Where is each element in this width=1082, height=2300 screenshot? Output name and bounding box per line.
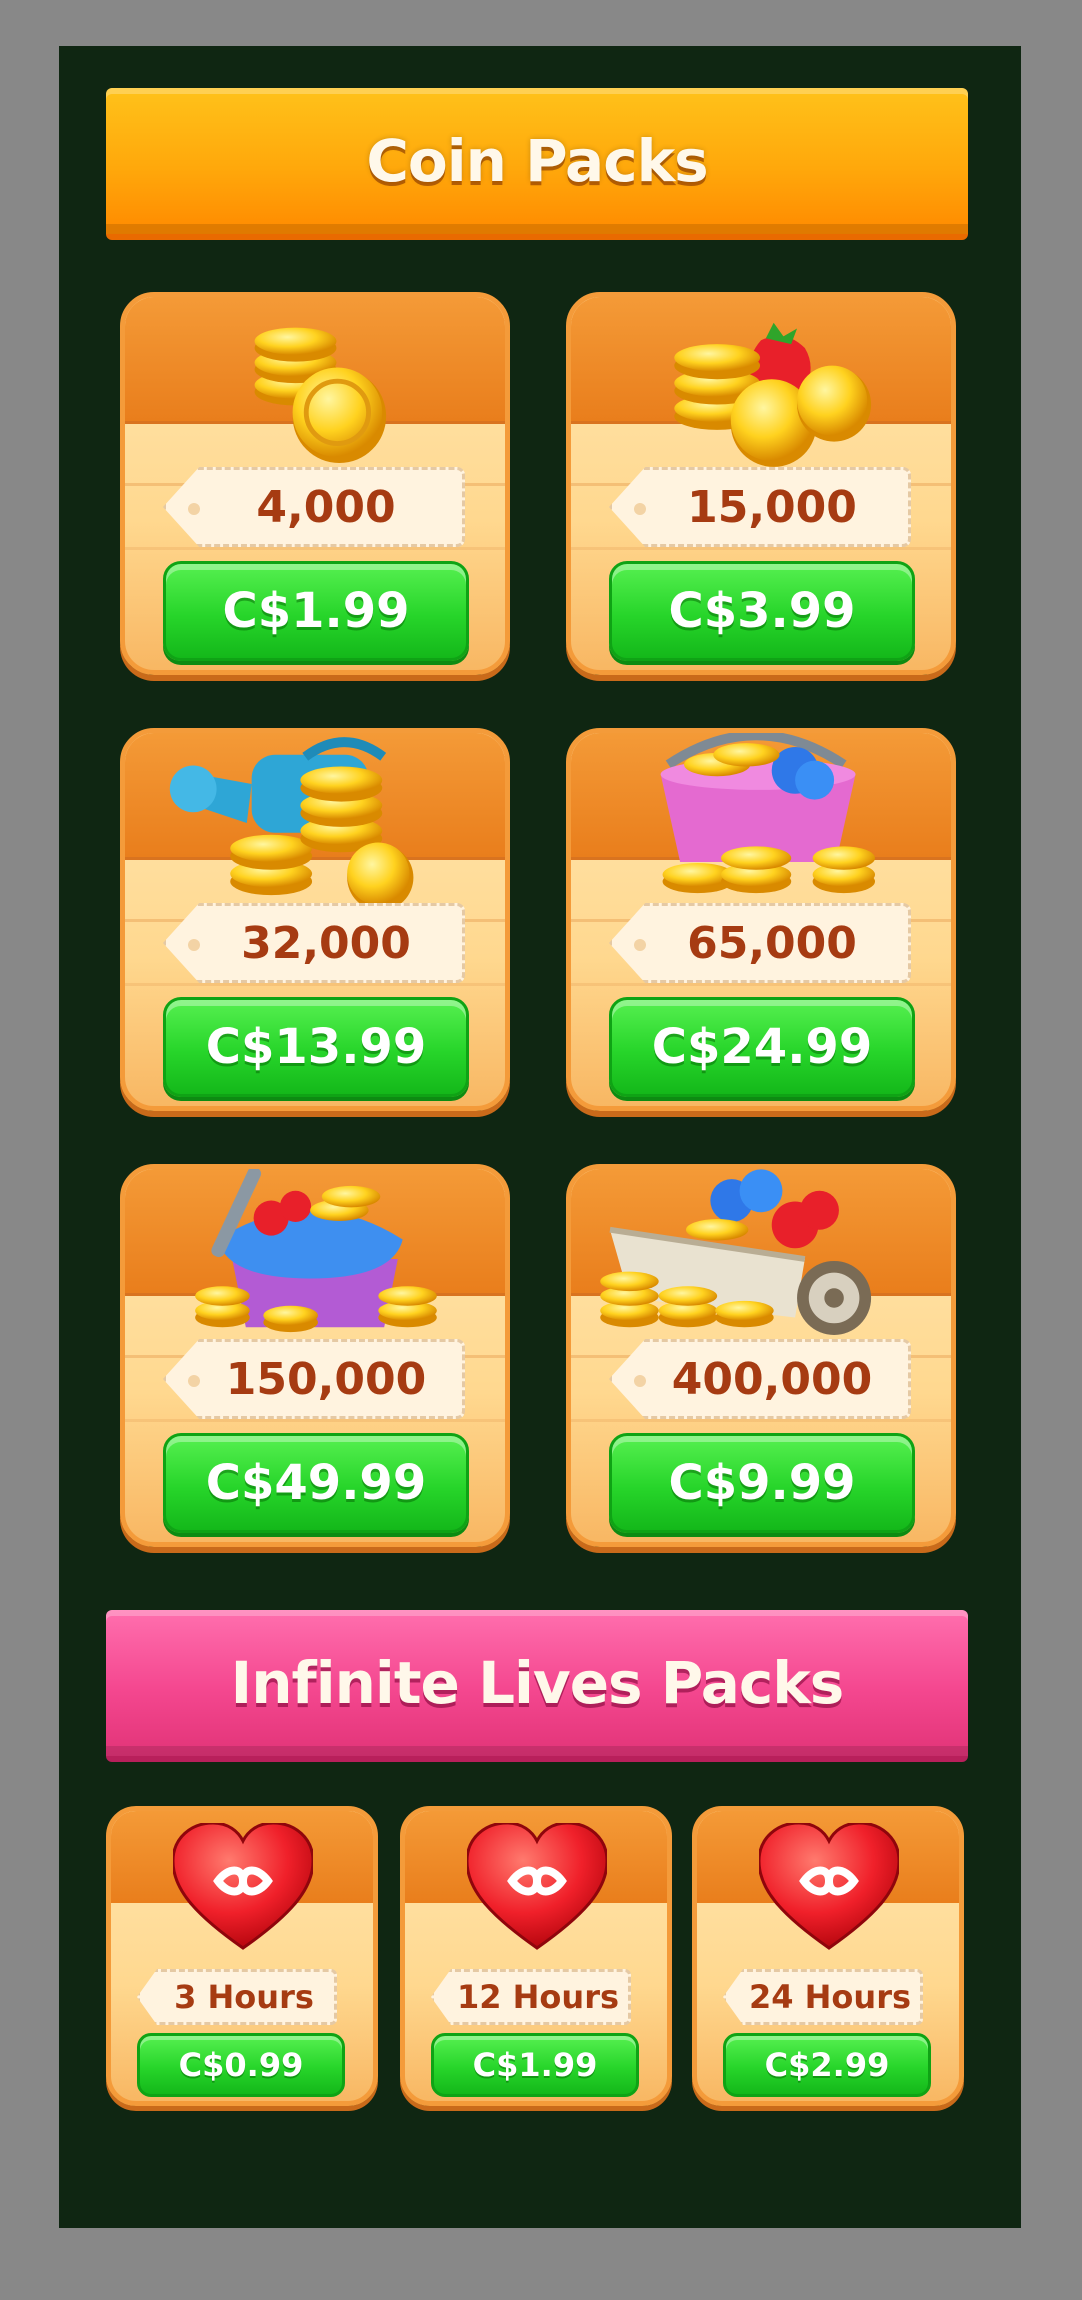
buy-button[interactable]: C$9.99 bbox=[609, 1433, 915, 1533]
coins-with-strawberry-icon bbox=[674, 322, 872, 467]
duration-tag: 24 Hours bbox=[723, 1969, 923, 2025]
buy-button[interactable]: C$2.99 bbox=[723, 2033, 931, 2097]
infinity-heart-icon bbox=[173, 1823, 313, 1950]
infinity-heart-icon bbox=[759, 1823, 899, 1950]
coin-pack-card-6[interactable]: 400,000 C$9.99 bbox=[566, 1164, 956, 1547]
infinite-lives-banner: Infinite Lives Packs bbox=[106, 1610, 968, 1762]
buy-button[interactable]: C$13.99 bbox=[163, 997, 469, 1097]
basket-of-coins-icon bbox=[195, 1169, 437, 1333]
lives-pack-card-1[interactable]: 3 Hours C$0.99 bbox=[106, 1806, 378, 2106]
coin-pile-icon bbox=[254, 327, 387, 463]
buy-button[interactable]: C$24.99 bbox=[609, 997, 915, 1097]
coin-amount-tag: 400,000 bbox=[609, 1339, 911, 1419]
watering-can-coins-icon bbox=[169, 737, 414, 911]
coin-packs-title: Coin Packs bbox=[366, 127, 708, 195]
coin-amount-tag: 4,000 bbox=[163, 467, 465, 547]
coin-pack-card-4[interactable]: 65,000 C$24.99 bbox=[566, 728, 956, 1111]
lives-pack-card-3[interactable]: 24 Hours C$2.99 bbox=[692, 1806, 964, 2106]
coin-amount-tag: 150,000 bbox=[163, 1339, 465, 1419]
coin-pack-card-2[interactable]: 15,000 C$3.99 bbox=[566, 292, 956, 675]
coin-amount-tag: 15,000 bbox=[609, 467, 911, 547]
coin-pack-card-3[interactable]: 32,000 C$13.99 bbox=[120, 728, 510, 1111]
bucket-of-coins-icon bbox=[660, 733, 875, 894]
duration-tag: 12 Hours bbox=[431, 1969, 631, 2025]
buy-button[interactable]: C$3.99 bbox=[609, 561, 915, 661]
buy-button[interactable]: C$0.99 bbox=[137, 2033, 345, 2097]
buy-button[interactable]: C$49.99 bbox=[163, 1433, 469, 1533]
coin-pack-card-5[interactable]: 150,000 C$49.99 bbox=[120, 1164, 510, 1547]
buy-button[interactable]: C$1.99 bbox=[431, 2033, 639, 2097]
cart-of-coins-icon bbox=[600, 1169, 872, 1335]
coin-amount-tag: 65,000 bbox=[609, 903, 911, 983]
infinite-lives-title: Infinite Lives Packs bbox=[230, 1649, 845, 1717]
coin-packs-banner: Coin Packs bbox=[106, 88, 968, 240]
duration-tag: 3 Hours bbox=[137, 1969, 337, 2025]
buy-button[interactable]: C$1.99 bbox=[163, 561, 469, 661]
coin-amount-tag: 32,000 bbox=[163, 903, 465, 983]
coin-pack-card-1[interactable]: 4,000 C$1.99 bbox=[120, 292, 510, 675]
lives-pack-card-2[interactable]: 12 Hours C$1.99 bbox=[400, 1806, 672, 2106]
infinity-heart-icon bbox=[467, 1823, 607, 1950]
